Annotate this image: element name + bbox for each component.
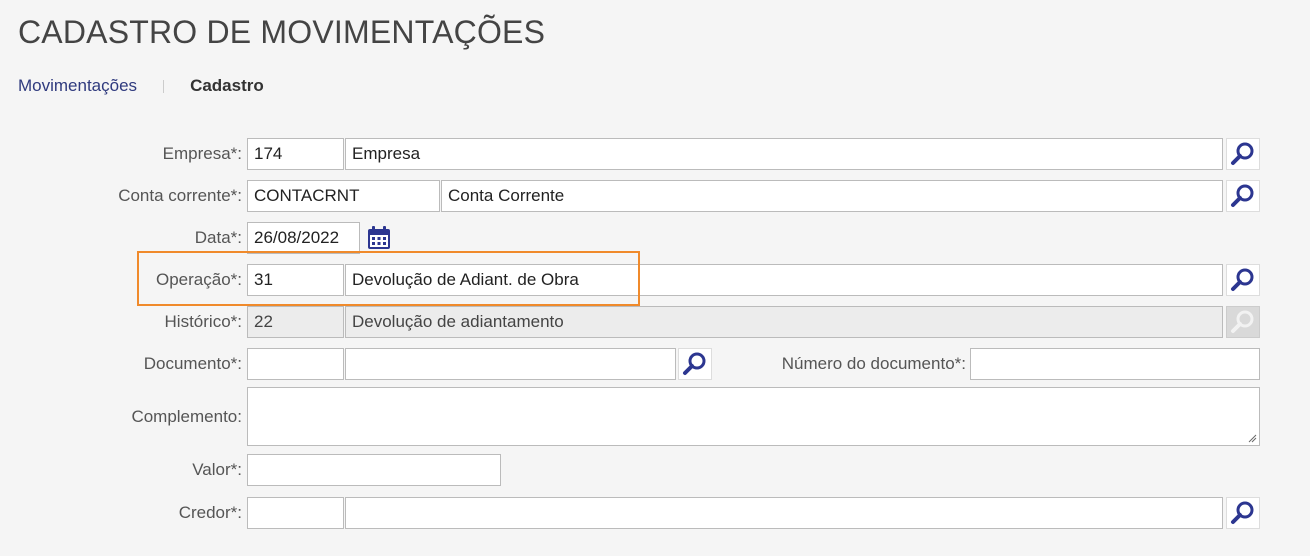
conta-corrente-search-button[interactable] (1226, 180, 1260, 212)
complemento-textarea[interactable] (247, 387, 1260, 446)
conta-corrente-label: Conta corrente*: (118, 186, 242, 205)
credor-code-input[interactable] (247, 497, 344, 529)
page-title: CADASTRO DE MOVIMENTAÇÕES (18, 14, 546, 50)
data-input[interactable] (247, 222, 360, 254)
numero-documento-input[interactable] (970, 348, 1260, 380)
operacao-label: Operação*: (156, 270, 242, 289)
search-icon (1231, 142, 1254, 165)
data-label: Data*: (194, 228, 242, 247)
complemento-field (247, 387, 1260, 446)
valor-label: Valor*: (192, 460, 242, 479)
calendar-button[interactable] (362, 222, 396, 254)
empresa-label: Empresa*: (162, 144, 242, 163)
documento-code-input[interactable] (247, 348, 344, 380)
breadcrumb-separator (163, 80, 165, 94)
operacao-name-input[interactable] (345, 264, 1223, 296)
historico-name-input (345, 306, 1223, 338)
historico-search-button (1226, 306, 1260, 338)
numero-documento-label: Número do documento*: (781, 354, 966, 373)
breadcrumb-current: Cadastro (190, 76, 264, 95)
breadcrumb: Movimentações Cadastro (18, 76, 264, 96)
empresa-code-input[interactable] (247, 138, 344, 170)
operacao-code-input[interactable] (247, 264, 344, 296)
historico-code-input (247, 306, 344, 338)
empresa-search-button[interactable] (1226, 138, 1260, 170)
documento-label: Documento*: (143, 354, 242, 373)
search-icon (683, 352, 706, 375)
search-icon (1231, 184, 1254, 207)
conta-corrente-name-input[interactable] (441, 180, 1223, 212)
credor-name-input[interactable] (345, 497, 1223, 529)
historico-label: Histórico*: (164, 312, 242, 331)
search-icon (1231, 501, 1254, 524)
search-icon (1231, 268, 1254, 291)
credor-search-button[interactable] (1226, 497, 1260, 529)
calendar-icon (368, 226, 390, 249)
operacao-search-button[interactable] (1226, 264, 1260, 296)
conta-corrente-code-input[interactable] (247, 180, 440, 212)
breadcrumb-movimentacoes-link[interactable]: Movimentações (18, 76, 137, 95)
documento-search-button[interactable] (678, 348, 712, 380)
search-icon (1231, 310, 1254, 333)
resize-grip-icon[interactable] (1247, 433, 1257, 443)
documento-name-input[interactable] (345, 348, 676, 380)
complemento-label: Complemento: (131, 407, 242, 426)
empresa-name-input[interactable] (345, 138, 1223, 170)
valor-input[interactable] (247, 454, 501, 486)
credor-label: Credor*: (178, 503, 242, 522)
